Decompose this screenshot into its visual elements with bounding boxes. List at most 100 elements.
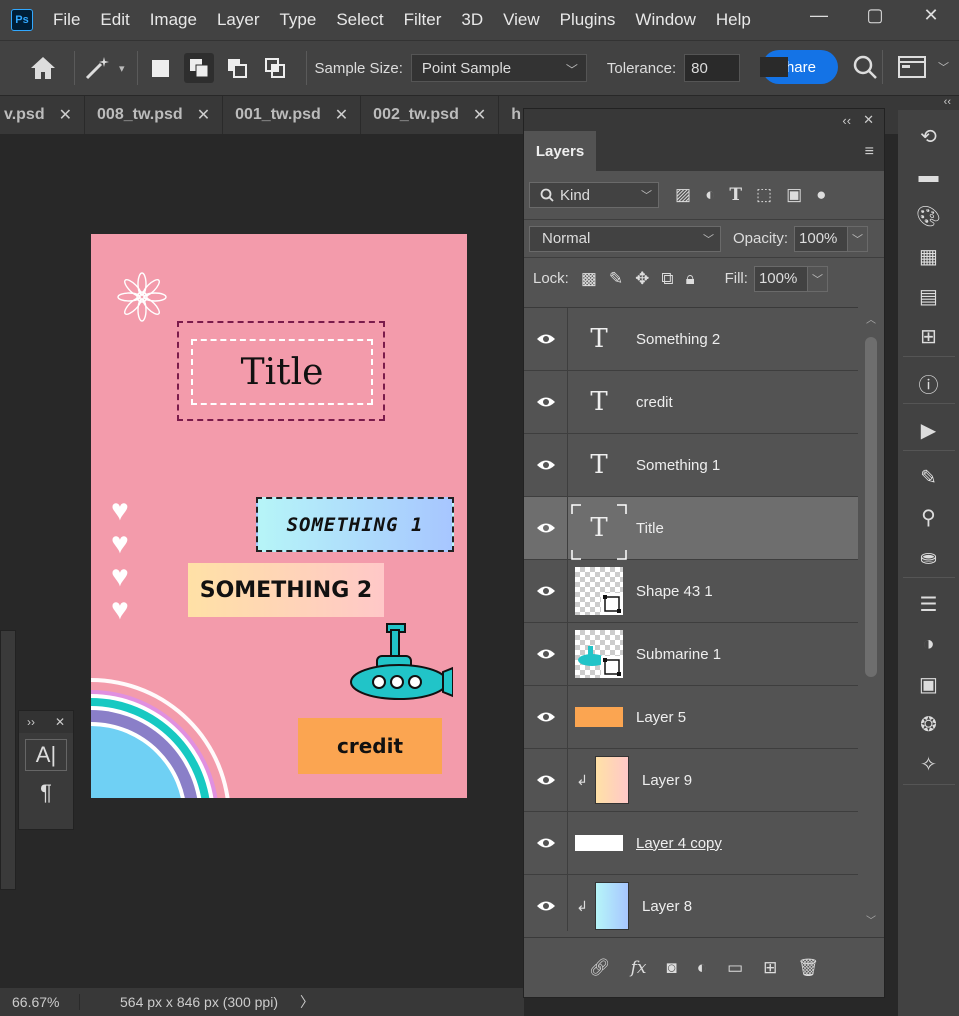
collapse-icon[interactable]: ‹‹ xyxy=(898,96,959,110)
lock-all-icon[interactable]: 🔒︎ xyxy=(686,269,695,289)
close-icon[interactable]: ✕ xyxy=(863,112,874,128)
layer-row[interactable]: Layer 4 copy xyxy=(524,811,860,875)
channels-icon[interactable]: ❂ xyxy=(903,704,955,744)
fill-dropdown[interactable]: ﹀ xyxy=(807,265,828,292)
swatches-icon[interactable]: ▦ xyxy=(903,236,955,276)
layer-name[interactable]: Shape 43 1 xyxy=(636,583,713,600)
menu-filter[interactable]: Filter xyxy=(404,10,442,30)
menu-type[interactable]: Type xyxy=(279,10,316,30)
lock-position-icon[interactable]: ✥ xyxy=(635,269,649,289)
layer-row[interactable]: T Something 1 xyxy=(524,433,860,497)
layer-name[interactable]: Something 2 xyxy=(636,331,720,348)
workspace-button[interactable]: ﹀ xyxy=(898,56,949,78)
layer-row[interactable]: Submarine 1 xyxy=(524,622,860,686)
chevron-down-icon[interactable]: ﹀ xyxy=(866,912,876,927)
close-window-button[interactable]: ✕ xyxy=(903,0,959,30)
search-button[interactable] xyxy=(852,54,878,85)
layer-name[interactable]: Layer 8 xyxy=(642,898,692,915)
layer-row[interactable]: ↲ Layer 9 xyxy=(524,748,860,812)
menu-edit[interactable]: Edit xyxy=(100,10,129,30)
layer-row[interactable]: Shape 43 1 xyxy=(524,559,860,623)
comments-icon[interactable]: ▬ xyxy=(903,156,955,196)
layer-name[interactable]: Layer 5 xyxy=(636,709,686,726)
paths-icon[interactable]: ✧ xyxy=(903,744,955,784)
info-icon[interactable]: ⓘ xyxy=(903,363,955,403)
add-mask-icon[interactable]: ◙ xyxy=(667,958,677,978)
delete-layer-icon[interactable]: 🗑︎ xyxy=(797,958,819,978)
chevron-right-icon[interactable]: 〉 xyxy=(300,992,314,1012)
clone-source-icon[interactable]: ⛂ xyxy=(903,537,955,577)
fx-icon[interactable]: fx xyxy=(631,958,647,978)
menu-help[interactable]: Help xyxy=(716,10,751,30)
collapse-panel-icon[interactable]: ‹‹ xyxy=(842,113,851,128)
visibility-eye-icon[interactable] xyxy=(524,559,568,623)
lock-transparency-icon[interactable]: ▩ xyxy=(581,269,597,289)
visibility-eye-icon[interactable] xyxy=(524,685,568,749)
add-to-selection-button[interactable] xyxy=(183,53,214,83)
intersect-selection-button[interactable] xyxy=(260,53,290,83)
tab-document[interactable]: 001_tw.psd ✕ xyxy=(223,96,362,134)
patterns-icon[interactable]: ⊞ xyxy=(903,316,955,356)
magic-wand-tool-preset[interactable]: ▾ xyxy=(83,55,125,81)
close-icon[interactable]: ✕ xyxy=(197,105,210,125)
scrollbar-thumb[interactable] xyxy=(865,337,877,677)
visibility-eye-icon[interactable] xyxy=(524,748,568,812)
visibility-eye-icon[interactable] xyxy=(524,496,568,560)
libraries-icon[interactable]: ▣ xyxy=(903,664,955,704)
layer-name[interactable]: Something 1 xyxy=(636,457,720,474)
expand-icon[interactable]: ›› xyxy=(27,715,35,729)
layer-name[interactable]: credit xyxy=(636,394,673,411)
link-layers-icon[interactable]: 🔗︎ xyxy=(589,958,611,978)
blend-mode-select[interactable]: Normal ﹀ xyxy=(529,225,721,252)
menu-view[interactable]: View xyxy=(503,10,540,30)
group-folder-icon[interactable]: ▭ xyxy=(727,958,743,978)
image-filter-icon[interactable]: ▨ xyxy=(675,185,691,205)
layers-scrollbar[interactable]: ︿ ﹀ xyxy=(858,307,884,931)
actions-play-icon[interactable]: ▶ xyxy=(903,410,955,450)
tolerance-input[interactable]: 80 xyxy=(684,54,741,82)
visibility-eye-icon[interactable] xyxy=(524,874,568,931)
visibility-eye-icon[interactable] xyxy=(524,308,568,371)
close-icon[interactable]: ✕ xyxy=(55,715,65,729)
fill-input[interactable]: 100% xyxy=(753,265,808,292)
layer-name[interactable]: Title xyxy=(636,520,664,537)
type-filter-icon[interactable]: T xyxy=(729,185,742,205)
tab-layers[interactable]: Layers xyxy=(524,131,596,171)
lock-artboard-icon[interactable]: ⧉ xyxy=(661,269,673,289)
subtract-selection-button[interactable] xyxy=(222,53,252,83)
close-icon[interactable]: ✕ xyxy=(59,105,72,125)
menu-plugins[interactable]: Plugins xyxy=(560,10,616,30)
visibility-eye-icon[interactable] xyxy=(524,433,568,497)
layer-name[interactable]: Submarine 1 xyxy=(636,646,721,663)
collapsed-panel[interactable] xyxy=(0,630,16,890)
adjustment-layer-icon[interactable]: ◐ xyxy=(697,958,707,978)
character-button[interactable]: A| xyxy=(25,739,67,771)
close-icon[interactable]: ✕ xyxy=(473,105,486,125)
visibility-eye-icon[interactable] xyxy=(524,370,568,434)
properties-icon[interactable]: ◑ xyxy=(903,624,955,664)
menu-3d[interactable]: 3D xyxy=(461,10,483,30)
layer-name[interactable]: Layer 4 copy xyxy=(636,835,722,852)
opacity-dropdown[interactable]: ﹀ xyxy=(848,225,869,252)
visibility-eye-icon[interactable] xyxy=(524,622,568,686)
layer-row[interactable]: Layer 5 xyxy=(524,685,860,749)
home-button[interactable] xyxy=(20,55,66,81)
smart-object-filter-icon[interactable]: ▣ xyxy=(786,185,802,205)
maximize-button[interactable]: ▢ xyxy=(847,0,903,30)
adjustments-icon[interactable]: ☰ xyxy=(903,584,955,624)
new-selection-button[interactable] xyxy=(146,53,176,83)
layer-row[interactable]: T Something 2 xyxy=(524,308,860,371)
zoom-level[interactable]: 66.67% xyxy=(0,994,80,1010)
lock-pixels-icon[interactable]: ✎ xyxy=(609,269,623,289)
new-layer-icon[interactable]: ⊞ xyxy=(763,958,777,978)
menu-select[interactable]: Select xyxy=(336,10,383,30)
layer-name[interactable]: Layer 9 xyxy=(642,772,692,789)
opacity-input[interactable]: 100% xyxy=(794,225,849,252)
document-canvas[interactable]: Title ♥ ♥ ♥ ♥ SOMETHING 1 SOMETHING 2 cr… xyxy=(91,234,467,798)
layer-row-selected[interactable]: T Title xyxy=(524,496,860,560)
shape-filter-icon[interactable]: ⬚ xyxy=(756,185,772,205)
document-dimensions[interactable]: 564 px x 846 px (300 ppi) xyxy=(120,994,278,1010)
tab-document[interactable]: v.psd ✕ xyxy=(0,96,86,134)
gradient-icon[interactable]: ▤ xyxy=(903,276,955,316)
brushes-icon[interactable]: ⚲ xyxy=(903,497,955,537)
